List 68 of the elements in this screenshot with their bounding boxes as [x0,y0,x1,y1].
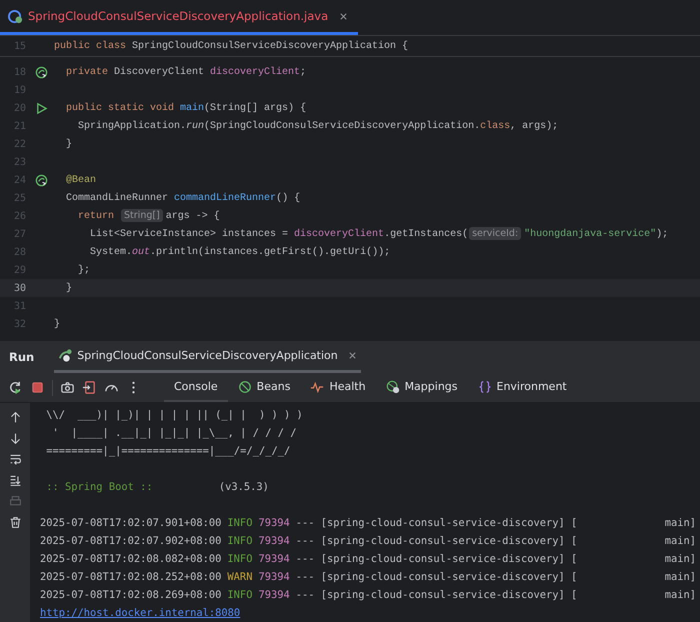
view-tab[interactable]: Mappings [376,373,468,402]
log-thread: main] [664,517,696,529]
file-tab[interactable]: SpringCloudConsulServiceDiscoveryApplication.java [0,0,358,35]
stop-icon[interactable] [30,380,45,395]
log-timestamp: 2025-07-08T17:02:07.902+08:00 [40,535,222,547]
log-thread: main] [664,535,696,547]
log-thread: main] [664,571,696,583]
scroll-to-end-icon[interactable] [8,474,22,487]
code-line: } [65,138,72,150]
code-line: CommandLineRunner commandLineRunner() { [65,192,300,204]
console-line: :: Spring Boot :: [45,481,154,493]
panel-title: Run [9,350,34,364]
log-source: --- [spring-cloud-consul-service-discovery] [ [296,517,578,529]
log-thread: main] [664,553,696,565]
code-line: }; [77,264,90,276]
code-line: return String[] args -> { [77,210,220,222]
scroll-up-icon[interactable] [8,411,22,424]
log-pid: 79394 [258,535,290,547]
view-tab[interactable]: Beans [228,373,300,402]
trash-icon[interactable] [8,516,22,529]
log-pid: 79394 [258,589,290,601]
log-timestamp: 2025-07-08T17:02:08.252+08:00 [40,571,222,583]
log-source: --- [spring-cloud-consul-service-discovery] [ [296,553,578,565]
log-pid: 79394 [258,571,290,583]
code-line: SpringApplication.run(SpringCloudConsulServiceDiscoveryApplication.class, args); [77,120,558,132]
code-line: public static void main(String[] args) { [65,102,306,114]
run-icon[interactable] [34,102,48,114]
log-level: WARN [227,571,252,583]
log-timestamp: 2025-07-08T17:02:07.901+08:00 [40,517,222,529]
view-tab[interactable]: Environment [468,373,577,402]
log-level: INFO [227,553,252,565]
log-timestamp: 2025-07-08T17:02:08.269+08:00 [40,589,222,601]
view-tab[interactable]: Health [300,373,376,402]
log-thread: main] [664,589,696,601]
code-line: @Bean [65,174,96,186]
close-icon[interactable] [348,351,357,360]
exit-icon[interactable] [82,380,97,395]
log-level: INFO [227,589,252,601]
scroll-down-icon[interactable] [8,432,22,445]
console-line: ' |____| .__|_| |_|_| |_\__, | / / / / [52,427,296,439]
class-file-icon [8,8,23,24]
console-line: \\/ ___)| |_)| | | | | || (_| | ) ) ) ) [45,409,303,421]
log-source: --- [spring-cloud-consul-service-discovery] [ [296,535,578,547]
code-line: } [65,282,72,294]
braces-icon [478,380,492,394]
view-tab[interactable]: Console [164,373,228,402]
spring-app-icon [58,348,74,363]
version-text: (v3.5.3) [218,481,269,493]
log-level: INFO [227,535,252,547]
code-line: System.out.println(instances.getFirst().getUri()); [89,246,390,258]
log-pid: 79394 [258,517,290,529]
pulse-icon [310,380,324,394]
close-icon[interactable] [339,12,348,20]
code-line: } [54,318,60,330]
url-link[interactable]: http://host.docker.internal:8080 [40,607,240,619]
log-source: --- [spring-cloud-consul-service-discovery] [ [296,589,578,601]
code-line: private DiscoveryClient discoveryClient; [65,66,306,78]
console-line: =========|_|==============|___/=/_/_/_/ [45,445,290,457]
rerun-icon[interactable] [8,380,23,395]
log-level: INFO [227,517,252,529]
soft-wrap-icon[interactable] [8,453,22,466]
log-timestamp: 2025-07-08T17:02:08.082+08:00 [40,553,222,565]
code-line: List<ServiceInstance> instances = discoveryClient.getInstances( serviceId: "huongdanjava-service"); [89,228,668,240]
code-line: public class SpringCloudConsulServiceDiscoveryApplication { [54,40,408,52]
line-number: 30 [12,282,27,294]
log-source: --- [spring-cloud-consul-service-discovery] [ [296,571,578,583]
log-pid: 79394 [258,553,290,565]
camera-icon[interactable] [60,380,75,395]
